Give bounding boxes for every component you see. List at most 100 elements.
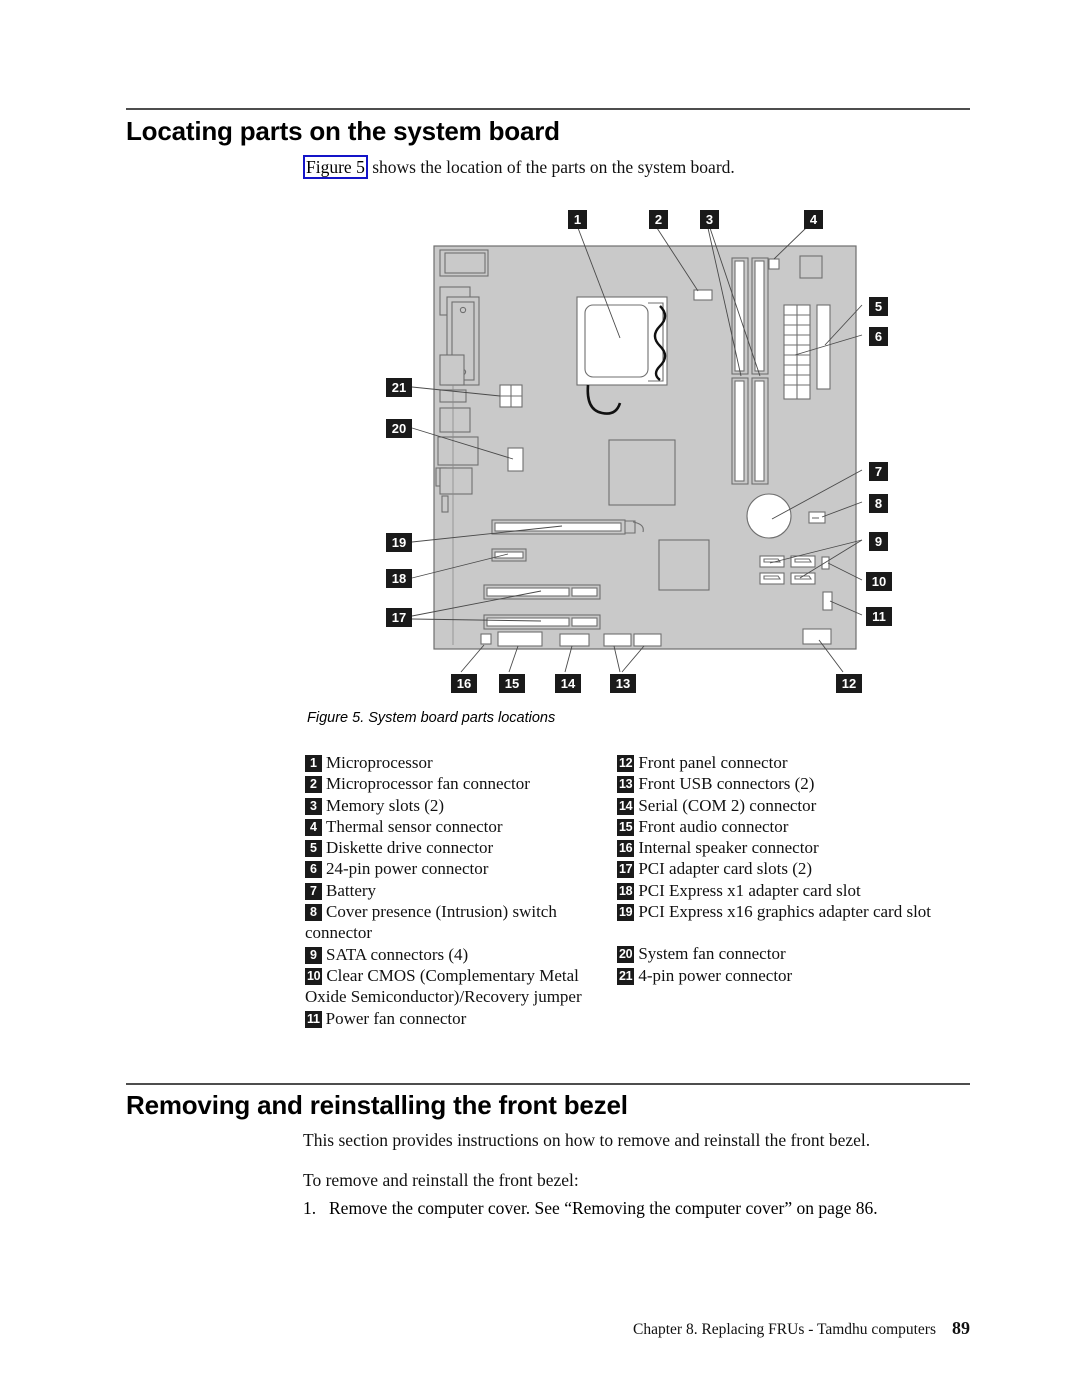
- legend-column-right: 12 Front panel connector 13 Front USB conn…: [617, 752, 977, 986]
- legend-badge: 2: [305, 776, 322, 794]
- legend-label: SATA connectors (4): [326, 944, 469, 964]
- callout-2: 2: [649, 210, 668, 229]
- callout-1: 1: [568, 210, 587, 229]
- svg-text:10: 10: [872, 574, 886, 589]
- legend-badge: 5: [305, 840, 322, 858]
- figure-5-link[interactable]: Figure 5: [303, 155, 368, 179]
- legend-item: 9 SATA connectors (4): [305, 944, 605, 965]
- legend-item: 12 Front panel connector: [617, 752, 977, 773]
- svg-text:17: 17: [392, 610, 406, 625]
- legend-item: 16 Internal speaker connector: [617, 837, 977, 858]
- legend-item: 18 PCI Express x1 adapter card slot: [617, 880, 977, 901]
- step-text: Remove the computer cover. See “Removing…: [329, 1198, 878, 1218]
- legend-badge: 1: [305, 755, 322, 772]
- legend-label: System fan connector: [638, 944, 786, 964]
- callout-13: 13: [610, 674, 636, 693]
- legend-badge: 10: [305, 967, 323, 985]
- svg-text:7: 7: [875, 464, 882, 479]
- legend-label: 4-pin power connector: [638, 965, 793, 985]
- legend-item: 19 PCI Express x16 graphics adapter card …: [617, 901, 977, 922]
- svg-text:12: 12: [842, 676, 856, 691]
- legend-badge: 9: [305, 946, 322, 964]
- legend-badge: 20: [617, 946, 635, 964]
- legend-item: 11 Power fan connector: [305, 1008, 605, 1029]
- legend-item: 1 Microprocessor: [305, 752, 605, 773]
- legend-badge: 21: [617, 967, 635, 985]
- callout-18: 18: [386, 569, 412, 588]
- legend-item: 10 Clear CMOS (Complementary Metal Oxide …: [305, 965, 605, 1008]
- legend-badge: 17: [617, 861, 635, 879]
- svg-text:19: 19: [392, 535, 406, 550]
- page-title: Locating parts on the system board: [126, 116, 560, 146]
- legend-item: 20 System fan connector: [617, 943, 977, 964]
- callout-15: 15: [499, 674, 525, 693]
- svg-text:4: 4: [810, 212, 818, 227]
- legend-badge: 12: [617, 755, 635, 772]
- figure-caption: Figure 5. System board parts locations: [307, 710, 556, 726]
- front-bezel-paragraph-1: This section provides instructions on ho…: [303, 1130, 871, 1150]
- legend-badge: 16: [617, 840, 635, 858]
- intro-paragraph-rest: shows the location of the parts on the s…: [367, 157, 735, 177]
- legend-label: Memory slots (2): [326, 795, 445, 815]
- front-bezel-paragraph-2: To remove and reinstall the front bezel:: [303, 1170, 579, 1190]
- legend-label: Front audio connector: [638, 816, 789, 836]
- footer-chapter: Chapter 8. Replacing FRUs - Tamdhu compu…: [633, 1321, 936, 1338]
- legend-label: Internal speaker connector: [638, 838, 819, 858]
- page-footer: Chapter 8. Replacing FRUs - Tamdhu compu…: [0, 1318, 970, 1339]
- legend-label: Front panel connector: [638, 753, 788, 772]
- legend-item: 15 Front audio connector: [617, 816, 977, 837]
- legend-badge: 19: [617, 904, 635, 922]
- legend-label: Thermal sensor connector: [326, 816, 503, 836]
- svg-text:2: 2: [655, 212, 662, 227]
- legend-badge: 7: [305, 882, 322, 900]
- legend-item: 17 PCI adapter card slots (2): [617, 858, 977, 879]
- legend-label: PCI Express x16 graphics adapter card sl…: [638, 902, 932, 922]
- legend-badge: 15: [617, 818, 635, 836]
- callout-6: 6: [869, 327, 888, 346]
- document-page: Locating parts on the system board Figur…: [0, 0, 1080, 1397]
- callout-20: 20: [386, 419, 412, 438]
- legend-label: Battery: [326, 880, 377, 900]
- callout-19: 19: [386, 533, 412, 552]
- svg-text:18: 18: [392, 571, 406, 586]
- callout-21: 21: [386, 378, 412, 397]
- legend-item: 14 Serial (COM 2) connector: [617, 795, 977, 816]
- heading-rule-bottom: [126, 1083, 970, 1085]
- legend-badge: 4: [305, 818, 322, 836]
- legend-label: Clear CMOS (Complementary Metal Oxide Se…: [305, 965, 582, 1007]
- svg-text:14: 14: [561, 676, 576, 691]
- svg-text:5: 5: [875, 299, 882, 314]
- procedure-step: 1. Remove the computer cover. See “Removi…: [303, 1196, 983, 1220]
- legend-item: 8 Cover presence (Intrusion) switch conne…: [305, 901, 605, 944]
- legend-label: Cover presence (Intrusion) switch connec…: [305, 902, 557, 943]
- callout-4: 4: [804, 210, 823, 229]
- step-number: 1.: [303, 1198, 317, 1218]
- intro-paragraph: Figure 5 shows the location of the parts…: [303, 155, 923, 179]
- callout-9: 9: [869, 532, 888, 551]
- svg-text:3: 3: [706, 212, 713, 227]
- callout-10: 10: [866, 572, 892, 591]
- callout-3: 3: [700, 210, 719, 229]
- svg-text:15: 15: [505, 676, 519, 691]
- svg-text:9: 9: [875, 534, 882, 549]
- legend-item: 3 Memory slots (2): [305, 795, 605, 816]
- legend-badge: 13: [617, 776, 635, 794]
- legend-badge: 3: [305, 797, 322, 815]
- svg-text:16: 16: [457, 676, 471, 691]
- legend-badge: 11: [305, 1010, 322, 1028]
- legend-label: PCI adapter card slots (2): [638, 859, 813, 879]
- callout-17: 17: [386, 608, 412, 627]
- legend-item: 7 Battery: [305, 880, 605, 901]
- legend-label: 24-pin power connector: [326, 859, 489, 879]
- callout-12: 12: [836, 674, 862, 693]
- legend-item: 2 Microprocessor fan connector: [305, 773, 605, 794]
- callout-5: 5: [869, 297, 888, 316]
- svg-text:8: 8: [875, 496, 882, 511]
- legend-item: 6 24-pin power connector: [305, 858, 605, 879]
- svg-text:21: 21: [392, 380, 406, 395]
- svg-text:6: 6: [875, 329, 882, 344]
- legend-item: 5 Diskette drive connector: [305, 837, 605, 858]
- legend-label: Power fan connector: [325, 1008, 467, 1028]
- section-heading-front-bezel: Removing and reinstalling the front beze…: [126, 1090, 628, 1120]
- legend-label: Front USB connectors (2): [638, 774, 815, 794]
